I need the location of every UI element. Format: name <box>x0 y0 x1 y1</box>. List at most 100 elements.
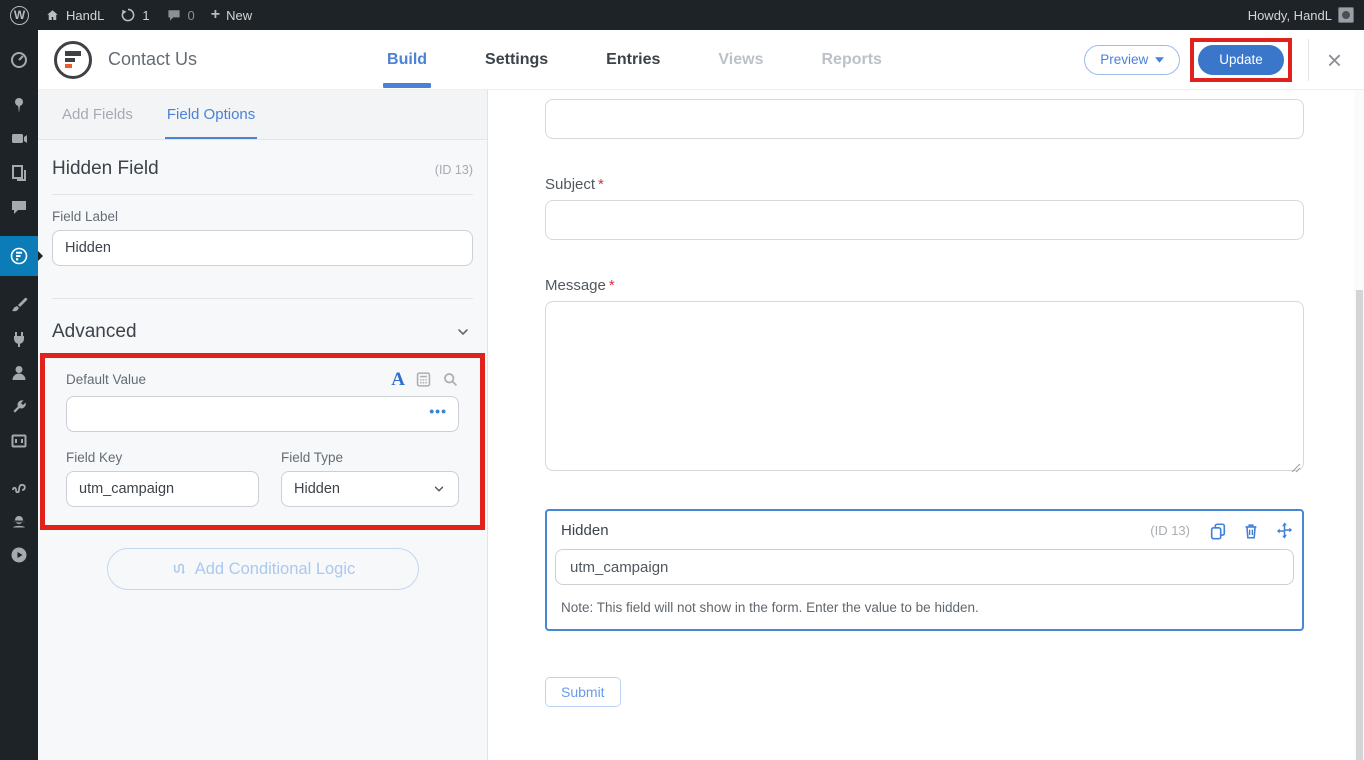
wp-admin-sidebar <box>0 30 38 760</box>
sidebar-item-comments[interactable] <box>0 190 38 224</box>
comments-count: 0 <box>188 8 195 23</box>
sidebar-item-settings[interactable] <box>0 424 38 458</box>
updates-count: 1 <box>142 8 149 23</box>
submit-button[interactable]: Submit <box>545 677 621 707</box>
panel-body: Hidden Field (ID 13) Field Label Advance… <box>38 140 487 590</box>
sidebar-item-security[interactable] <box>0 504 38 538</box>
sidebar-item-pages[interactable] <box>0 156 38 190</box>
update-highlight-annotation: Update <box>1190 38 1292 82</box>
divider <box>52 298 473 299</box>
move-icon[interactable] <box>1275 521 1294 540</box>
key-type-row: Field Key Field Type Hidden <box>66 450 459 507</box>
new-label: New <box>226 8 252 23</box>
message-field[interactable]: Message* <box>545 277 1304 476</box>
sidebar-item-handl-utm[interactable] <box>0 470 38 504</box>
sidebar-item-appearance[interactable] <box>0 288 38 322</box>
hidden-field-label: Hidden <box>561 522 609 539</box>
advanced-section-toggle[interactable]: Advanced <box>52 313 473 351</box>
pushpin-icon <box>9 95 29 115</box>
wrench-icon <box>9 397 29 417</box>
resize-grip-icon[interactable] <box>1291 463 1301 473</box>
form-title: Contact Us <box>108 49 197 70</box>
default-value-input[interactable] <box>66 396 459 432</box>
form-builder-header: Contact Us Build Settings Entries Views … <box>38 30 1364 90</box>
message-textarea[interactable] <box>545 301 1304 471</box>
comment-bubble-icon <box>9 197 29 217</box>
field-label-label: Field Label <box>52 209 473 224</box>
sidebar-item-dashboard[interactable] <box>0 42 38 76</box>
tab-add-fields[interactable]: Add Fields <box>62 90 133 139</box>
builder-tabs: Build Settings Entries Views Reports <box>387 30 882 90</box>
sidebar-item-users[interactable] <box>0 356 38 390</box>
tab-settings[interactable]: Settings <box>485 30 548 90</box>
my-account-menu[interactable]: Howdy, HandL <box>1248 7 1354 23</box>
tab-views[interactable]: Views <box>718 30 763 90</box>
hidden-field-input[interactable] <box>555 549 1294 585</box>
field-options-heading-row: Hidden Field (ID 13) <box>52 154 473 194</box>
formidable-icon <box>9 246 29 266</box>
hidden-field-id-badge: (ID 13) <box>1150 523 1190 538</box>
wp-logo-menu[interactable]: W <box>10 6 29 25</box>
admin-bar-right: Howdy, HandL <box>1248 7 1354 23</box>
tab-reports[interactable]: Reports <box>822 30 882 90</box>
default-value-field: ••• <box>66 396 459 432</box>
calculator-icon[interactable] <box>415 371 432 388</box>
plus-icon: + <box>211 7 220 23</box>
caret-down-icon <box>1155 57 1164 63</box>
tab-field-options[interactable]: Field Options <box>167 90 255 139</box>
top-field-input[interactable] <box>545 99 1304 139</box>
add-conditional-logic-button[interactable]: Add Conditional Logic <box>107 548 419 590</box>
formidable-logo-icon <box>54 41 92 79</box>
conditional-logic-row: Add Conditional Logic <box>52 548 473 590</box>
dashboard-icon <box>9 49 29 69</box>
search-icon[interactable] <box>442 371 459 388</box>
field-key-input[interactable] <box>66 471 259 507</box>
close-icon[interactable]: × <box>1319 47 1350 73</box>
advanced-title: Advanced <box>52 321 137 343</box>
scrollbar-thumb[interactable] <box>1356 290 1363 760</box>
updates-menu[interactable]: 1 <box>120 7 149 23</box>
user-avatar <box>1338 7 1354 23</box>
field-label-input[interactable] <box>52 230 473 266</box>
panel-tabs: Add Fields Field Options <box>38 90 487 140</box>
more-options-icon[interactable]: ••• <box>429 403 447 419</box>
sidebar-item-videos[interactable] <box>0 538 38 572</box>
preview-label: Preview <box>1100 52 1148 67</box>
handl-utm-icon <box>9 477 29 497</box>
site-name-menu[interactable]: HandL <box>45 8 104 23</box>
message-label-row: Message* <box>545 277 1304 294</box>
default-value-header: Default Value A <box>66 370 459 389</box>
field-type-select[interactable]: Hidden <box>281 471 459 507</box>
sidebar-item-tools[interactable] <box>0 390 38 424</box>
wp-admin-bar: W HandL 1 0 + New Howdy, HandL <box>0 0 1364 30</box>
duplicate-icon[interactable] <box>1209 522 1227 540</box>
sidebar-item-media[interactable] <box>0 122 38 156</box>
tab-build[interactable]: Build <box>387 30 427 90</box>
preview-button[interactable]: Preview <box>1084 45 1180 75</box>
subject-input[interactable] <box>545 200 1304 240</box>
sidebar-item-posts[interactable] <box>0 88 38 122</box>
delete-icon[interactable] <box>1242 522 1260 540</box>
plugin-icon <box>9 329 29 349</box>
howdy-label: Howdy, HandL <box>1248 8 1332 23</box>
subject-label-row: Subject* <box>545 176 1304 193</box>
pages-icon <box>9 163 29 183</box>
sidebar-item-formidable[interactable] <box>0 236 38 276</box>
vertical-scrollbar[interactable] <box>1354 90 1364 760</box>
settings-icon <box>9 431 29 451</box>
subject-field[interactable]: Subject* <box>545 176 1304 240</box>
comments-icon <box>166 7 182 23</box>
required-asterisk: * <box>598 176 604 193</box>
field-id-badge: (ID 13) <box>435 163 473 177</box>
text-format-icon[interactable]: A <box>391 370 405 389</box>
hidden-field-selected[interactable]: Hidden (ID 13) Note: This field will not… <box>545 509 1304 631</box>
update-button[interactable]: Update <box>1198 45 1284 75</box>
comments-menu[interactable]: 0 <box>166 7 195 23</box>
new-content-menu[interactable]: + New <box>211 7 252 23</box>
tab-entries[interactable]: Entries <box>606 30 660 90</box>
sidebar-item-plugins[interactable] <box>0 322 38 356</box>
chevron-down-icon <box>432 482 446 496</box>
chevron-down-icon <box>455 324 471 340</box>
spy-icon <box>9 511 29 531</box>
form-fields-column: Subject* Message* Hidden (ID 13) Note: <box>545 99 1304 707</box>
